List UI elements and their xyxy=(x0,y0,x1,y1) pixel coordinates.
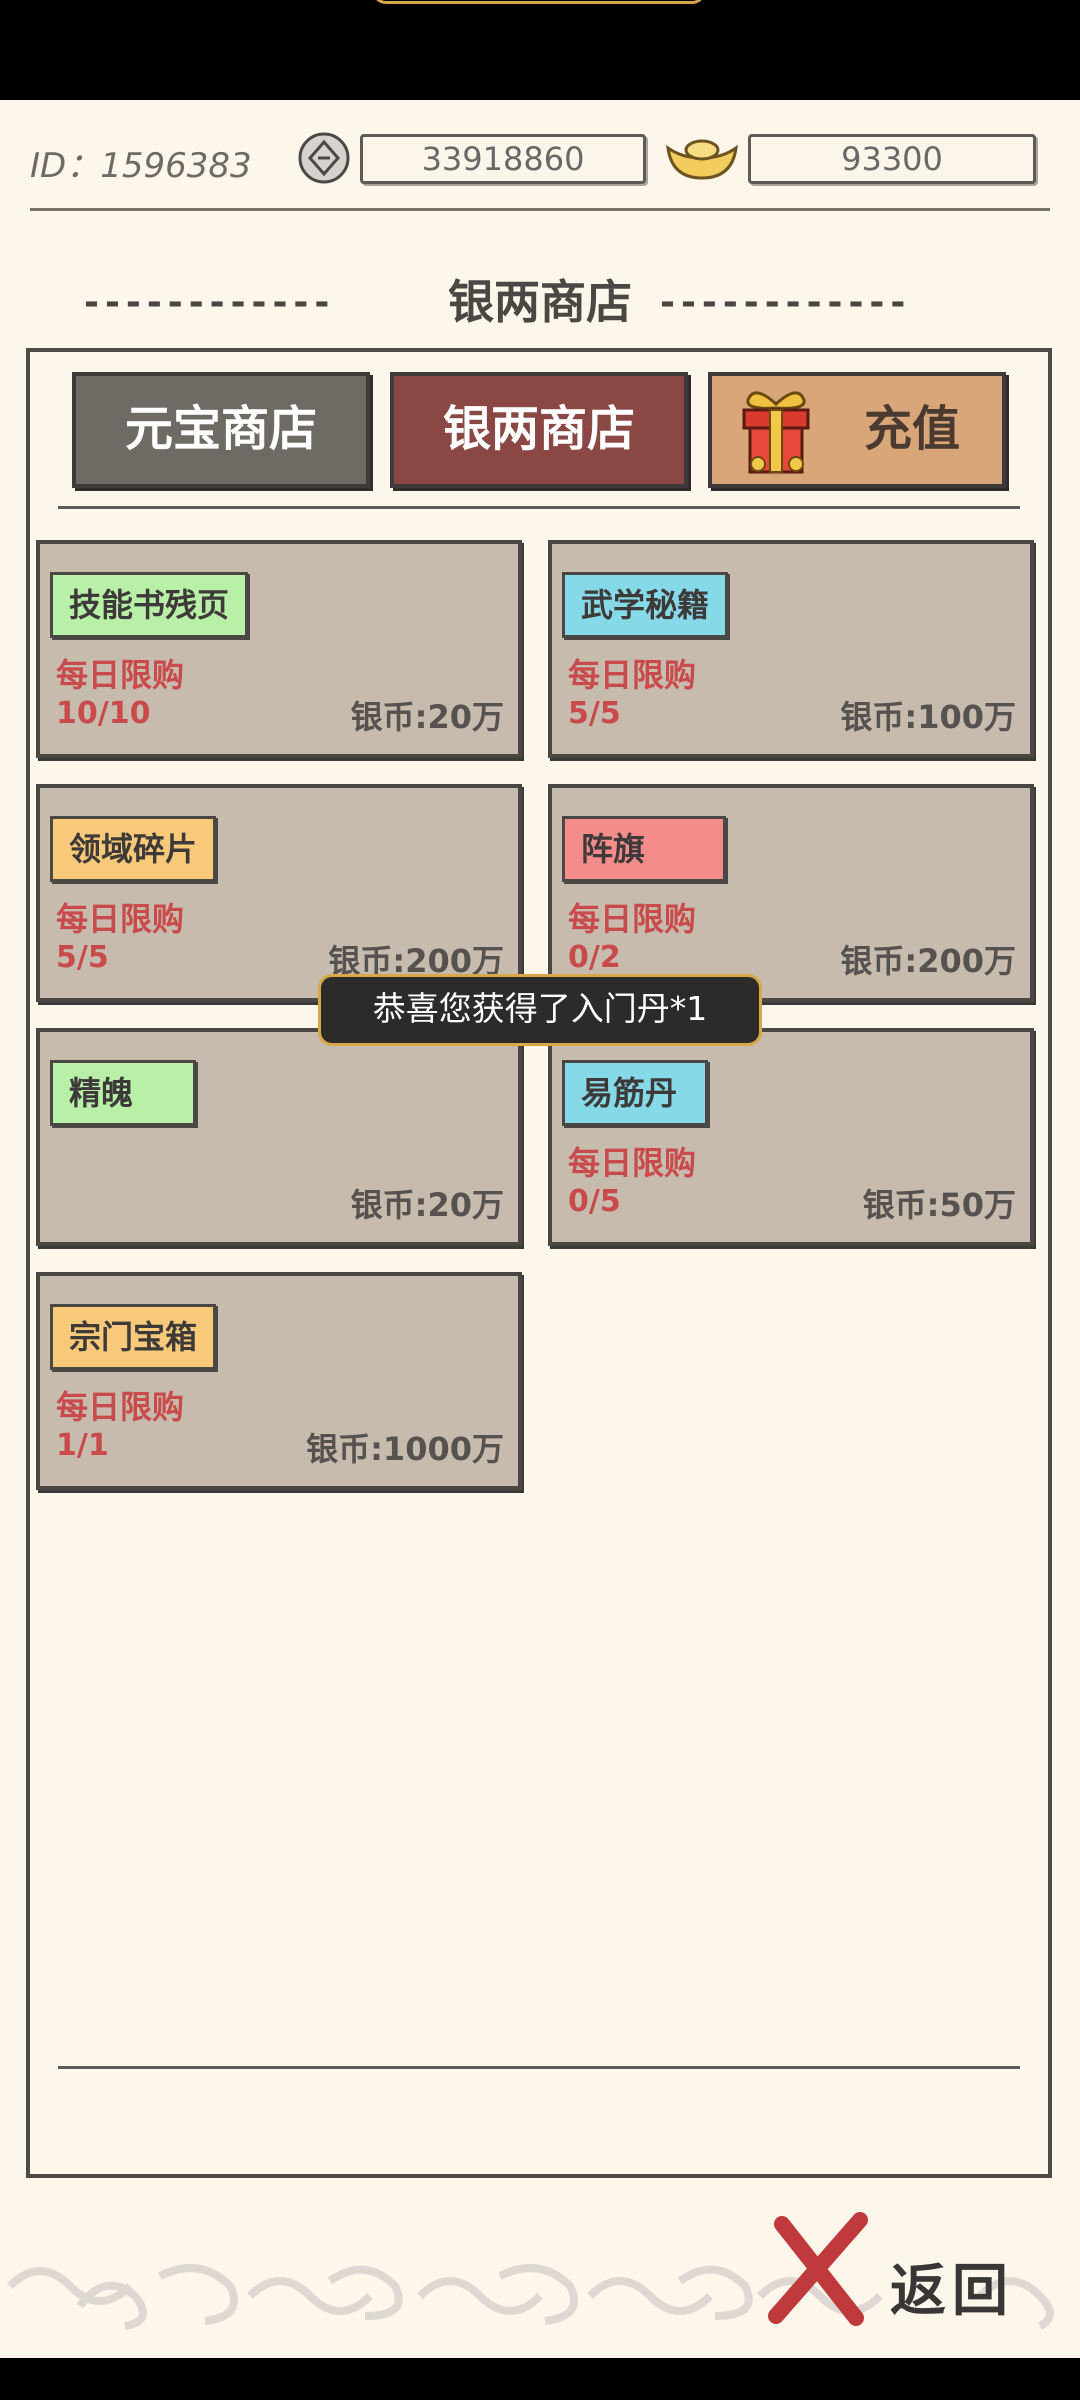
item-price: 银币:20万 xyxy=(350,698,504,736)
tab-yuanbao-shop[interactable]: 元宝商店 xyxy=(72,372,370,488)
silver-coin-icon xyxy=(298,132,350,184)
purchase-count: 1/1 xyxy=(56,1428,109,1463)
shop-item-card[interactable]: 宗门宝箱 每日限购 1/1 银币:1000万 xyxy=(36,1272,522,1490)
gift-box-icon xyxy=(742,391,810,474)
purchase-count: 0/2 xyxy=(568,940,621,975)
purchase-count: 5/5 xyxy=(568,696,621,731)
item-price: 银币:20万 xyxy=(350,1186,504,1224)
gold-ingot-icon xyxy=(666,139,738,180)
daily-limit-label: 每日限购 xyxy=(568,656,697,694)
notch-pill xyxy=(372,0,706,4)
tabs-divider xyxy=(58,506,1020,509)
tab-label: 元宝商店 xyxy=(124,401,317,457)
shop-item-card[interactable]: 阵旗 每日限购 0/2 银币:200万 xyxy=(548,784,1034,1002)
title-dashes-right: ------------ xyxy=(660,282,912,323)
purchase-count: 10/10 xyxy=(56,696,151,731)
reward-toast: 恭喜您获得了入门丹*1 xyxy=(318,974,762,1046)
item-price: 银币:1000万 xyxy=(306,1430,504,1468)
item-price: 银币:200万 xyxy=(840,942,1016,980)
header-divider xyxy=(30,208,1050,211)
silver-balance: 33918860 xyxy=(360,134,646,184)
shop-item-card[interactable]: 精魄 银币:20万 xyxy=(36,1028,522,1246)
tab-label: 充值 xyxy=(863,401,960,457)
back-button[interactable]: 返回 xyxy=(764,2210,1054,2330)
player-id: ID：1596383 xyxy=(30,146,252,186)
item-price: 银币:100万 xyxy=(840,698,1016,736)
bottom-divider xyxy=(58,2066,1020,2069)
purchase-count: 0/5 xyxy=(568,1184,621,1219)
status-bar xyxy=(0,0,1080,100)
tab-yinliang-shop[interactable]: 银两商店 xyxy=(390,372,688,488)
daily-limit-label: 每日限购 xyxy=(568,1144,697,1182)
navigation-bar xyxy=(0,2358,1080,2400)
item-name-tag: 精魄 xyxy=(50,1060,197,1126)
item-name-tag: 阵旗 xyxy=(562,816,727,882)
daily-limit-label: 每日限购 xyxy=(56,900,185,938)
daily-limit-label: 每日限购 xyxy=(568,900,697,938)
back-label: 返回 xyxy=(890,2259,1014,2324)
shop-item-card[interactable]: 武学秘籍 每日限购 5/5 银币:100万 xyxy=(548,540,1034,758)
item-name-tag: 宗门宝箱 xyxy=(50,1304,217,1370)
shop-title-row: ------------ 银两商店 ------------ xyxy=(0,260,1080,330)
item-name-tag: 武学秘籍 xyxy=(562,572,729,638)
shop-item-card[interactable]: 技能书残页 每日限购 10/10 银币:20万 xyxy=(36,540,522,758)
shop-item-card[interactable]: 易筋丹 每日限购 0/5 银币:50万 xyxy=(548,1028,1034,1246)
tab-label: 银两商店 xyxy=(442,401,635,457)
item-name-tag: 技能书残页 xyxy=(50,572,249,638)
item-price: 银币:50万 xyxy=(862,1186,1016,1224)
shop-item-card[interactable]: 领域碎片 每日限购 5/5 银币:200万 xyxy=(36,784,522,1002)
page-title: 银两商店 xyxy=(448,275,632,329)
daily-limit-label: 每日限购 xyxy=(56,1388,185,1426)
close-x-icon xyxy=(768,2212,868,2326)
ingot-balance: 93300 xyxy=(748,134,1036,184)
daily-limit-label: 每日限购 xyxy=(56,656,185,694)
item-name-tag: 易筋丹 xyxy=(562,1060,709,1126)
purchase-count: 5/5 xyxy=(56,940,109,975)
item-name-tag: 领域碎片 xyxy=(50,816,217,882)
